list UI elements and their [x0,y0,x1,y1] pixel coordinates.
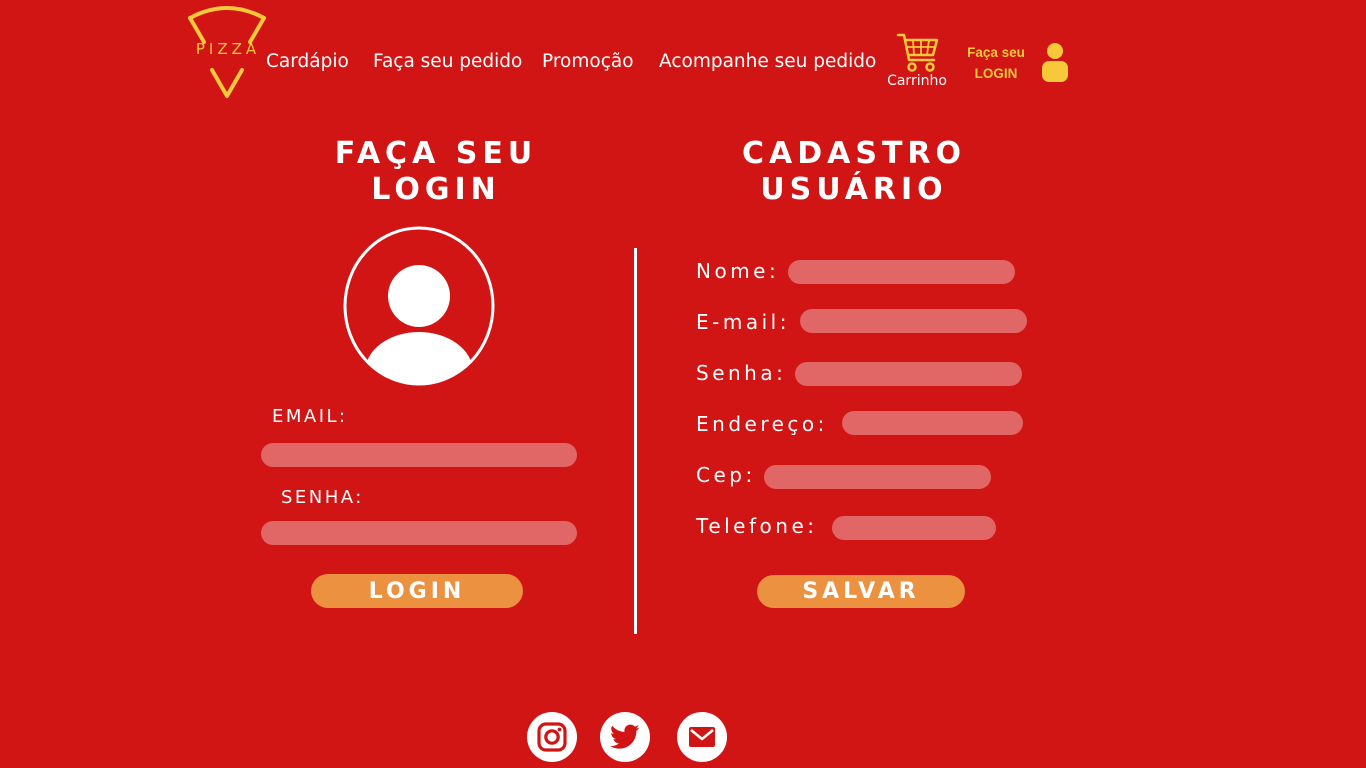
cart-button[interactable]: Carrinho [884,32,950,92]
nav-cardapio[interactable]: Cardápio [266,51,349,72]
twitter-link[interactable] [600,712,650,762]
register-title: CADASTRO USUÁRIO [702,136,1006,208]
login-title-line2: LOGIN [371,172,501,207]
divider [634,248,637,634]
avatar [342,226,496,386]
logo-text: PIZZA [195,40,261,58]
page: PIZZA Cardápio Faça seu pedido Promoção … [0,0,1366,768]
address-label: Endereço: [696,412,828,436]
cep-input[interactable] [764,465,991,489]
login-button[interactable]: LOGIN [311,574,523,608]
nav-promocao[interactable]: Promoção [542,51,634,72]
register-title-line2: USUÁRIO [760,172,948,207]
nav-acompanhe-seu-pedido[interactable]: Acompanhe seu pedido [659,51,876,72]
login-password-input[interactable] [261,521,577,545]
password-label: SENHA: [281,487,364,508]
phone-input[interactable] [832,516,996,540]
phone-label: Telefone: [696,514,818,538]
name-label: Nome: [696,259,780,283]
twitter-icon [610,724,640,749]
mail-link[interactable] [677,712,727,762]
header-login-link[interactable]: Faça seu LOGIN [958,42,1034,84]
instagram-icon [537,722,567,752]
cart-icon [896,33,939,72]
nav-faca-seu-pedido[interactable]: Faça seu pedido [373,51,522,72]
header-login-line1: Faça seu [967,45,1025,60]
user-avatar-icon [343,226,495,386]
email-register-label: E-mail: [696,310,790,334]
email-label: EMAIL: [272,406,348,427]
header-login-line2: LOGIN [974,66,1018,81]
user-icon[interactable] [1040,42,1070,89]
mail-icon [689,727,715,747]
login-title: FAÇA SEU LOGIN [296,136,576,208]
register-title-line1: CADASTRO [741,136,967,171]
password-register-label: Senha: [696,361,787,385]
cart-label: Carrinho [887,73,947,89]
email-register-input[interactable] [800,309,1027,333]
save-button[interactable]: SALVAR [757,575,965,608]
cep-label: Cep: [696,463,756,487]
address-input[interactable] [842,411,1023,435]
login-title-line1: FAÇA SEU [334,136,538,171]
instagram-link[interactable] [527,712,577,762]
pizza-logo[interactable]: PIZZA [186,4,268,100]
name-input[interactable] [788,260,1015,284]
password-register-input[interactable] [795,362,1022,386]
login-email-input[interactable] [261,443,577,467]
